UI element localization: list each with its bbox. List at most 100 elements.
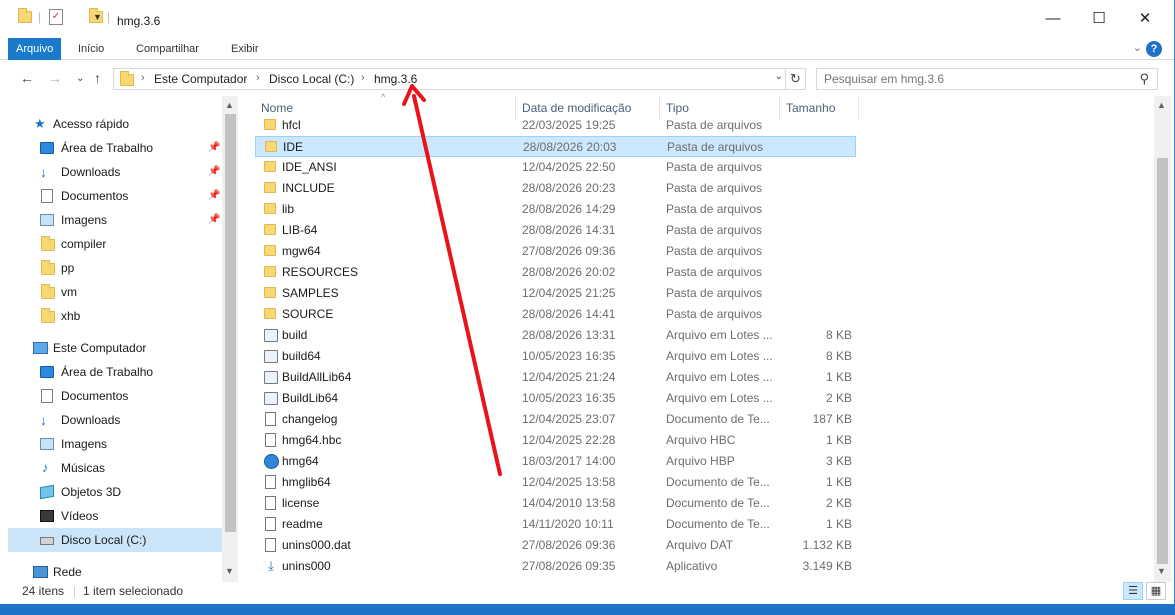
list-item[interactable]: hfcl 22/03/2025 19:25 Pasta de arquivos [255,115,856,136]
list-item[interactable]: INCLUDE 28/08/2026 20:23 Pasta de arquivos [255,178,856,199]
objects-3d-icon [40,484,54,500]
nav-scrollbar-thumb[interactable] [225,114,236,532]
nav-item-pc-disco-local[interactable]: Disco Local (C:) [8,528,222,552]
pin-icon[interactable]: 📌 [208,136,220,160]
search-box[interactable]: ⚲ [816,68,1158,90]
breadcrumb-current-folder[interactable]: hmg.3.6 [374,72,417,86]
list-item[interactable]: BuildLib64 10/05/2023 16:35 Arquivo em Lot… [255,388,856,409]
nav-item-pc-imagens[interactable]: Imagens [0,432,222,456]
search-input[interactable] [824,69,1124,89]
minimize-button[interactable]: — [1030,0,1076,38]
list-item[interactable]: hmg64.hbc 12/04/2025 22:28 Arquivo HBC 1 KB [255,430,856,451]
list-item[interactable]: SOURCE 28/08/2026 14:41 Pasta de arquivos [255,304,856,325]
list-item[interactable]: readme 14/11/2020 10:11 Documento de Te...… [255,514,856,535]
pin-icon[interactable]: 📌 [208,184,220,208]
nav-item-imagens[interactable]: Imagens 📌 [0,208,222,232]
maximize-button[interactable]: ☐ [1076,0,1122,38]
nav-item-compiler[interactable]: compiler [0,232,222,256]
nav-item-pp[interactable]: pp [0,256,222,280]
tab-compartilhar[interactable]: Compartilhar [126,38,209,60]
up-arrow-icon[interactable]: ↑ [94,70,101,86]
nav-rede[interactable]: Rede [0,560,222,582]
refresh-icon[interactable]: ↻ [785,69,805,89]
network-icon [33,566,48,578]
large-icons-view-icon[interactable]: ▦ [1146,582,1166,600]
breadcrumb-este-computador[interactable]: Este Computador [154,72,247,86]
file-list-scrollbar-thumb[interactable] [1157,158,1168,564]
nav-item-vm[interactable]: vm [0,280,222,304]
nav-este-computador[interactable]: Este Computador [0,336,222,360]
breadcrumb-disco-local[interactable]: Disco Local (C:) [269,72,354,86]
address-history-chevron-icon[interactable]: ⌄ [775,71,783,82]
list-item[interactable]: LIB-64 28/08/2026 14:31 Pasta de arquivos [255,220,856,241]
chevron-down-icon[interactable]: ⌄ [1133,41,1142,54]
nav-item-pc-downloads[interactable]: ↓ Downloads [0,408,222,432]
list-item[interactable]: RESOURCES 28/08/2026 20:02 Pasta de arquiv… [255,262,856,283]
videos-icon [40,510,54,522]
list-item[interactable]: hmglib64 12/04/2025 13:58 Documento de Te.… [255,472,856,493]
pin-icon[interactable]: 📌 [208,160,220,184]
list-item[interactable]: build64 10/05/2023 16:35 Arquivo em Lotes … [255,346,856,367]
list-item[interactable]: IDE_ANSI 12/04/2025 22:50 Pasta de arquivo… [255,157,856,178]
nav-item-pc-musicas[interactable]: ♪ Músicas [0,456,222,480]
nav-scrollbar[interactable]: ▲ ▼ [222,96,238,582]
details-view-icon[interactable]: ☰ [1123,582,1143,600]
star-icon: ★ [34,116,46,131]
status-bar: 24 itens | 1 item selecionado ☰ ▦ [0,582,1174,604]
list-item[interactable]: changelog 12/04/2025 23:07 Documento de Te… [255,409,856,430]
address-bar[interactable]: › Este Computador › Disco Local (C:) › h… [113,68,806,90]
list-item[interactable]: SAMPLES 12/04/2025 21:25 Pasta de arquivos [255,283,856,304]
folder-icon [264,287,276,298]
properties-icon[interactable]: ✓ [49,9,63,25]
nav-item-xhb[interactable]: xhb [0,304,222,328]
forward-arrow-icon[interactable]: → [48,70,62,86]
tab-arquivo[interactable]: Arquivo [8,38,62,60]
address-row: ← → ⌄ ↑ › Este Computador › Disco Local … [0,60,1174,96]
nav-item-downloads[interactable]: ↓ Downloads 📌 [0,160,222,184]
nav-item-area-de-trabalho[interactable]: Área de Trabalho 📌 [0,136,222,160]
nav-item-pc-area-de-trabalho[interactable]: Área de Trabalho [0,360,222,384]
recent-locations-chevron-icon[interactable]: ⌄ [76,73,84,84]
list-item[interactable]: BuildAllLib64 12/04/2025 21:24 Arquivo em … [255,367,856,388]
list-item[interactable]: license 14/04/2010 13:58 Documento de Te..… [255,493,856,514]
customize-toolbar-icon[interactable]: ▼ [93,12,102,22]
list-item[interactable]: lib 28/08/2026 14:29 Pasta de arquivos [255,199,856,220]
documents-icon [41,189,53,203]
list-item[interactable]: hmg64 18/03/2017 14:00 Arquivo HBP 3 KB [255,451,856,472]
list-item[interactable]: mgw64 27/08/2026 09:36 Pasta de arquivos [255,241,856,262]
help-icon[interactable]: ? [1146,41,1162,57]
scroll-up-arrow-icon[interactable]: ▲ [225,100,234,110]
title-separator: | [107,10,111,24]
scroll-down-arrow-icon[interactable]: ▼ [1157,566,1166,576]
folder-icon [41,260,55,275]
scroll-down-arrow-icon[interactable]: ▼ [225,566,234,576]
nav-item-documentos[interactable]: Documentos 📌 [0,184,222,208]
scroll-up-arrow-icon[interactable]: ▲ [1157,100,1166,110]
title-separator: | [38,10,42,24]
list-item[interactable]: ⤓ unins000 27/08/2026 09:35 Aplicativo 3.149… [255,556,856,577]
file-list-scrollbar[interactable]: ▲ ▼ [1154,96,1171,582]
pictures-icon [40,438,54,450]
nav-item-pc-objetos-3d[interactable]: Objetos 3D [0,480,222,504]
hbp-file-icon [264,454,279,469]
list-item-selected[interactable]: IDE 28/08/2026 20:03 Pasta de arquivos [255,136,856,157]
tab-exibir[interactable]: Exibir [221,38,269,60]
breadcrumb-separator[interactable]: › [141,72,145,84]
close-button[interactable]: ✕ [1122,0,1168,38]
breadcrumb-separator[interactable]: › [256,72,260,84]
tab-inicio[interactable]: Início [68,38,114,60]
list-item[interactable]: unins000.dat 27/08/2026 09:36 Arquivo DAT 1… [255,535,856,556]
folder-icon [264,308,276,319]
nav-item-pc-videos[interactable]: Vídeos [0,504,222,528]
nav-quick-access[interactable]: ★ Acesso rápido [0,112,222,136]
breadcrumb-separator[interactable]: › [361,72,365,84]
column-divider[interactable] [858,96,859,120]
nav-item-pc-documentos[interactable]: Documentos [0,384,222,408]
list-item[interactable]: build 28/08/2026 13:31 Arquivo em Lotes ..… [255,325,856,346]
back-arrow-icon[interactable]: ← [20,70,34,86]
desktop-icon [40,366,54,378]
search-icon[interactable]: ⚲ [1139,71,1149,87]
music-icon: ♪ [42,460,49,475]
pin-icon[interactable]: 📌 [208,208,220,232]
folder-icon [264,245,276,256]
